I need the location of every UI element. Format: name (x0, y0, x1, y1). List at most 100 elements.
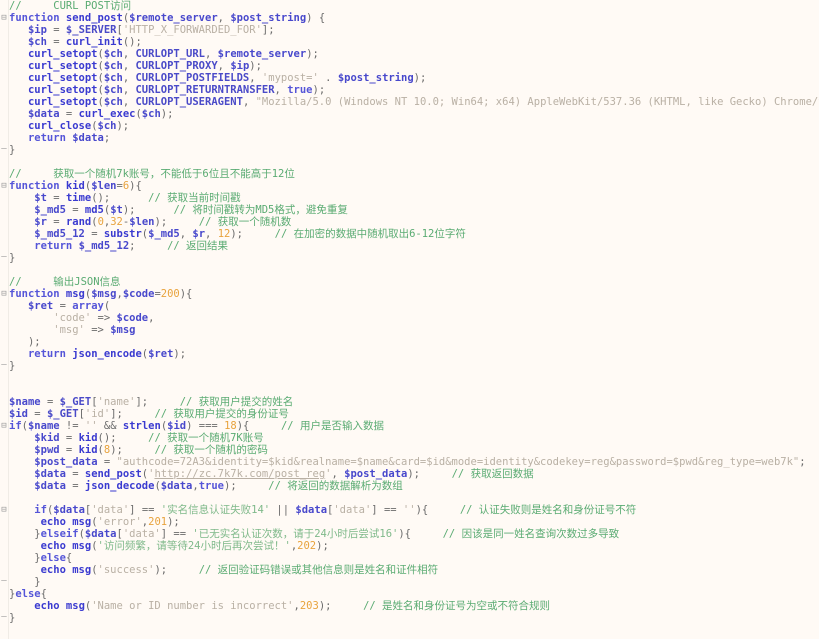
code-line-text: } (34, 576, 41, 588)
code-line[interactable]: —} (0, 144, 819, 156)
code-line-text: $pwd = kid(8); // 获取一个随机的密码 (34, 444, 268, 456)
code-line[interactable]: —} (0, 360, 819, 372)
fold-toggle-icon[interactable]: ⊟ (0, 12, 8, 24)
code-line-text: return json_encode($ret); (27, 348, 187, 360)
code-line[interactable]: $data = curl_exec($ch); (0, 108, 819, 120)
code-line[interactable]: // 输出JSON信息 (0, 276, 819, 288)
fold-end-icon[interactable]: — (0, 144, 8, 156)
code-line[interactable]: echo msg('error',201); (0, 516, 819, 528)
code-line[interactable]: curl_setopt($ch, CURLOPT_PROXY, $ip); (0, 60, 819, 72)
code-line[interactable]: ); (0, 336, 819, 348)
fold-end-icon[interactable]: — (0, 252, 8, 264)
code-line[interactable]: curl_close($ch); (0, 120, 819, 132)
code-line-text: $data = send_post('http://zc.7k7k.com/po… (34, 468, 534, 480)
code-line[interactable]: // 获取一个随机7k账号，不能低于6位且不能高于12位 (0, 168, 819, 180)
code-line[interactable]: —} (0, 612, 819, 624)
code-editor[interactable]: // CURL POST访问 ⊟ function send_post($remot… (0, 0, 819, 639)
code-line[interactable]: $ip = $_SERVER['HTTP_X_FORWARDED_FOR']; (0, 24, 819, 36)
fold-end-icon[interactable]: — (0, 576, 8, 588)
url-link[interactable]: http://zc.7k7k.com/post_reg (154, 468, 325, 480)
code-line[interactable]: echo msg('访问频繁，请等待24小时后再次尝试！',202); (0, 540, 819, 552)
code-line[interactable]: $pwd = kid(8); // 获取一个随机的密码 (0, 444, 819, 456)
code-line-text: function send_post($remote_server, $post… (9, 12, 326, 24)
code-line[interactable] (0, 372, 819, 384)
code-line[interactable]: ⊟ function send_post($remote_server, $pos… (0, 12, 819, 24)
code-content[interactable]: // CURL POST访问 ⊟ function send_post($remot… (0, 0, 819, 639)
code-line-text: curl_setopt($ch, CURLOPT_PROXY, $ip); (27, 60, 262, 72)
code-line[interactable]: echo msg('success'); // 返回验证码错误或其他信息则是姓名… (0, 564, 819, 576)
code-line[interactable]: 'code' => $code, (0, 312, 819, 324)
code-line-text: echo msg('error',201); (40, 516, 180, 528)
fold-end-icon[interactable]: — (0, 360, 8, 372)
code-line-text: echo msg('访问频繁，请等待24小时后再次尝试！',202); (40, 540, 329, 552)
code-line-text: curl_setopt($ch, CURLOPT_POSTFIELDS, 'my… (27, 72, 427, 84)
code-line[interactable]: ⊟ function msg($msg,$code=200){ (0, 288, 819, 300)
code-line[interactable]: $data = json_decode($data,true); // 将返回的… (0, 480, 819, 492)
code-line-text: 'msg' => $msg (53, 324, 136, 336)
code-line[interactable]: ⊟ function kid($len=6){ (0, 180, 819, 192)
code-line-text: if($data['data'] == '实名信息认证失败14' || $dat… (34, 504, 637, 516)
code-line[interactable] (0, 156, 819, 168)
code-line-text: // 获取一个随机7k账号，不能低于6位且不能高于12位 (9, 168, 295, 180)
code-line[interactable] (0, 384, 819, 396)
fold-toggle-icon[interactable]: ⊟ (0, 504, 8, 516)
fold-toggle-icon[interactable]: ⊟ (0, 288, 8, 300)
code-line[interactable]: $t = time(); // 获取当前时间戳 (0, 192, 819, 204)
code-line[interactable]: return $data; (0, 132, 819, 144)
code-line[interactable] (0, 264, 819, 276)
code-line[interactable]: $_md5_12 = substr($_md5, $r, 12); // 在加密… (0, 228, 819, 240)
code-line-text: return $_md5_12; // 返回结果 (34, 240, 229, 252)
code-line-text: echo msg('Name or ID number is incorrect… (34, 600, 551, 612)
code-line[interactable]: 'msg' => $msg (0, 324, 819, 336)
code-line-text: $_md5 = md5($t); // 将时间戳转为MD5格式，避免重复 (34, 204, 348, 216)
code-line[interactable]: $data = send_post('http://zc.7k7k.com/po… (0, 468, 819, 480)
code-line[interactable]: curl_setopt($ch, CURLOPT_URL, $remote_se… (0, 48, 819, 60)
code-line[interactable]: $r = rand(0,32-$len); // 获取一个随机数 (0, 216, 819, 228)
code-line-text: $name = $_GET['name']; // 获取用户提交的姓名 (9, 396, 294, 408)
code-line[interactable]: — } (0, 576, 819, 588)
code-line[interactable]: }else{ (0, 588, 819, 600)
code-line-text: curl_setopt($ch, CURLOPT_USERAGENT, "Moz… (27, 96, 819, 108)
code-line-text: ); (27, 336, 41, 348)
code-line[interactable]: $name = $_GET['name']; // 获取用户提交的姓名 (0, 396, 819, 408)
code-line-text: $ch = curl_init(); (27, 36, 142, 48)
code-line[interactable]: // CURL POST访问 (0, 0, 819, 12)
code-line[interactable]: curl_setopt($ch, CURLOPT_RETURNTRANSFER,… (0, 84, 819, 96)
code-line-text: } (9, 252, 16, 264)
code-line[interactable] (0, 492, 819, 504)
code-line[interactable]: curl_setopt($ch, CURLOPT_USERAGENT, "Moz… (0, 96, 819, 108)
code-line-text: }else{ (9, 588, 47, 600)
code-line-text: $data = json_decode($data,true); // 将返回的… (34, 480, 403, 492)
code-line-text: $t = time(); // 获取当前时间戳 (34, 192, 241, 204)
code-line[interactable]: $post_data = "authcode=72A3&identity=$ki… (0, 456, 819, 468)
code-line[interactable]: $kid = kid(); // 获取一个随机7K账号 (0, 432, 819, 444)
code-line-text: $kid = kid(); // 获取一个随机7K账号 (34, 432, 264, 444)
code-line-text: curl_setopt($ch, CURLOPT_RETURNTRANSFER,… (27, 84, 326, 96)
code-line[interactable]: return json_encode($ret); (0, 348, 819, 360)
code-line-text: } (9, 360, 16, 372)
code-line-text: $ip = $_SERVER['HTTP_X_FORWARDED_FOR']; (27, 24, 275, 36)
code-line[interactable]: $_md5 = md5($t); // 将时间戳转为MD5格式，避免重复 (0, 204, 819, 216)
code-line[interactable]: $ret = array( (0, 300, 819, 312)
code-line[interactable]: curl_setopt($ch, CURLOPT_POSTFIELDS, 'my… (0, 72, 819, 84)
code-line[interactable]: ⊟ if($name != '' && strlen($id) === 18){ … (0, 420, 819, 432)
code-line-text: echo msg('success'); // 返回验证码错误或其他信息则是姓名… (40, 564, 439, 576)
code-line[interactable]: $ch = curl_init(); (0, 36, 819, 48)
fold-end-icon[interactable]: — (0, 612, 8, 624)
code-line[interactable]: ⊟ if($data['data'] == '实名信息认证失败14' || $d… (0, 504, 819, 516)
code-line[interactable]: —} (0, 252, 819, 264)
code-line-text: $_md5_12 = substr($_md5, $r, 12); // 在加密… (34, 228, 466, 240)
code-line[interactable]: }else{ (0, 552, 819, 564)
fold-toggle-icon[interactable]: ⊟ (0, 420, 8, 432)
code-line-text: // 输出JSON信息 (9, 276, 121, 288)
code-line[interactable]: $id = $_GET['id']; // 获取用户提交的身份证号 (0, 408, 819, 420)
fold-toggle-icon[interactable]: ⊟ (0, 180, 8, 192)
code-line[interactable]: }elseif($data['data'] == '已无实名认证次数，请于24小… (0, 528, 819, 540)
code-line[interactable]: echo msg('Name or ID number is incorrect… (0, 600, 819, 612)
code-line[interactable]: return $_md5_12; // 返回结果 (0, 240, 819, 252)
code-line-text: }else{ (34, 552, 73, 564)
code-line-text: $id = $_GET['id']; // 获取用户提交的身份证号 (9, 408, 289, 420)
code-line-text: curl_close($ch); (27, 120, 130, 132)
code-line-text: }elseif($data['data'] == '已无实名认证次数，请于24小… (34, 528, 620, 540)
code-line-text: 'code' => $code, (53, 312, 155, 324)
